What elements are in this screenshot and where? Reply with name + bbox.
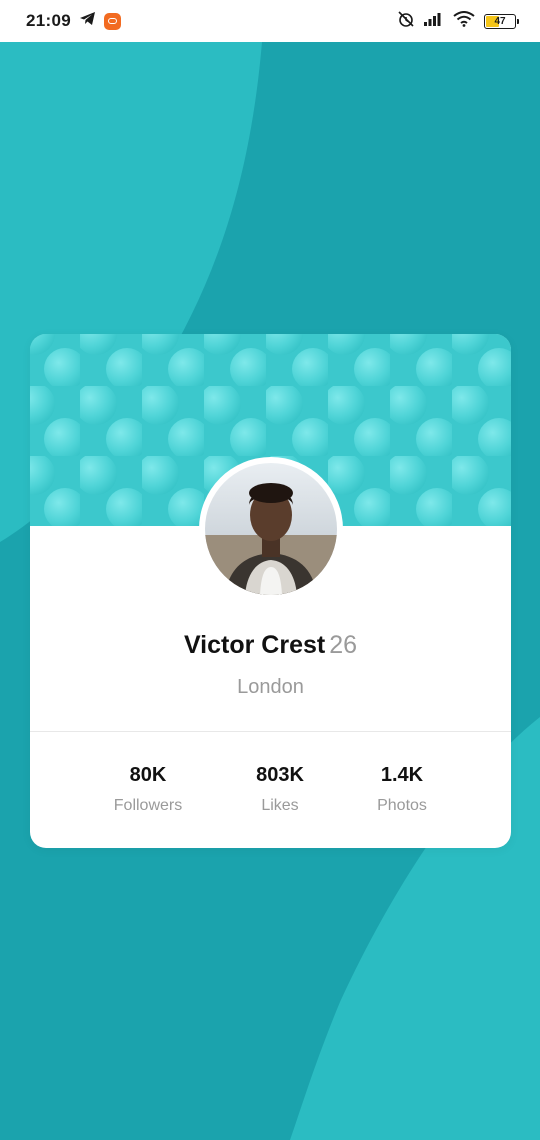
divider [30,731,511,732]
avatar[interactable] [205,463,337,595]
signal-icon [424,11,444,31]
profile-name-row: Victor Crest 26 [30,631,511,660]
clock-time: 21:09 [26,11,71,30]
stat-value: 80K [129,764,167,786]
wifi-icon [453,10,475,32]
app-notification-icon [103,12,121,30]
stat-label: Likes [261,797,299,814]
profile-name: Victor Crest [183,631,326,659]
stat-likes[interactable]: 803K Likes [215,764,345,815]
avatar-frame [199,457,343,601]
profile-city: London [237,676,304,698]
profile-age: 26 [329,631,358,659]
alarm-off-icon [397,10,415,33]
telegram-icon [79,11,96,31]
app-background: Victor Crest 26 London 80K Followers 803K… [0,42,540,1140]
stat-value: 803K [256,764,304,786]
stat-followers[interactable]: 80K Followers [83,764,213,815]
stats-row: 80K Followers 803K Likes 1.4K Photos [30,764,511,824]
stat-label: Photos [377,797,427,814]
stat-photos[interactable]: 1.4K Photos [337,764,467,815]
stat-label: Followers [113,797,183,814]
profile-card: Victor Crest 26 London 80K Followers 803K… [30,334,511,848]
status-bar: 21:09 47 [0,0,540,42]
battery-level: 47 [494,15,506,27]
battery-icon: 47 [484,13,519,29]
stat-value: 1.4K [380,764,424,786]
